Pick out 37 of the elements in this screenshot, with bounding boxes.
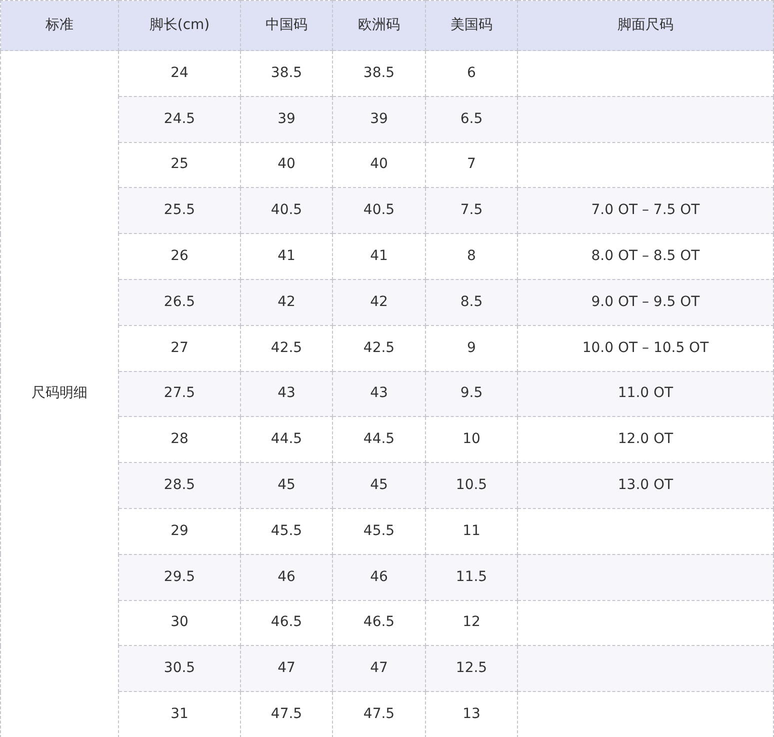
table-cell: 45 [332,462,426,508]
table-cell: 43 [332,371,426,417]
table-cell: 26.5 [118,279,240,326]
table-cell: 46 [332,554,426,600]
table-cell: 11.5 [426,554,518,600]
table-cell: 12.5 [426,646,518,692]
table-cell: 39 [332,96,426,142]
column-header: 脚面尺码 [518,0,774,50]
column-header: 中国码 [240,0,332,50]
table-cell: 24.5 [118,96,240,142]
table-cell: 30.5 [118,646,240,692]
table-cell: 47 [332,646,426,692]
table-cell: 42 [332,279,426,326]
column-header: 美国码 [426,0,518,50]
table-cell: 43 [240,371,332,417]
table-cell: 6.5 [426,96,518,142]
table-cell: 29.5 [118,554,240,600]
table-cell: 7.5 [426,188,518,234]
column-header: 标准 [0,0,118,50]
table-cell: 7.0 OT – 7.5 OT [518,188,774,234]
table-cell: 11.0 OT [518,371,774,417]
column-header: 脚长(cm) [118,0,240,50]
table-cell: 25.5 [118,188,240,234]
table-cell: 9.0 OT – 9.5 OT [518,279,774,326]
table-cell: 10.5 [426,462,518,508]
table-cell: 47 [240,646,332,692]
table-cell: 45 [240,462,332,508]
table-cell: 13.0 OT [518,462,774,508]
table-cell: 8.5 [426,279,518,326]
table-cell: 9.5 [426,371,518,417]
table-cell: 28.5 [118,462,240,508]
table-cell: 39 [240,96,332,142]
table-cell: 40.5 [332,188,426,234]
table-cell: 27.5 [118,371,240,417]
table-cell: 46 [240,554,332,600]
table-cell: 42 [240,279,332,326]
table-cell: 40.5 [240,188,332,234]
